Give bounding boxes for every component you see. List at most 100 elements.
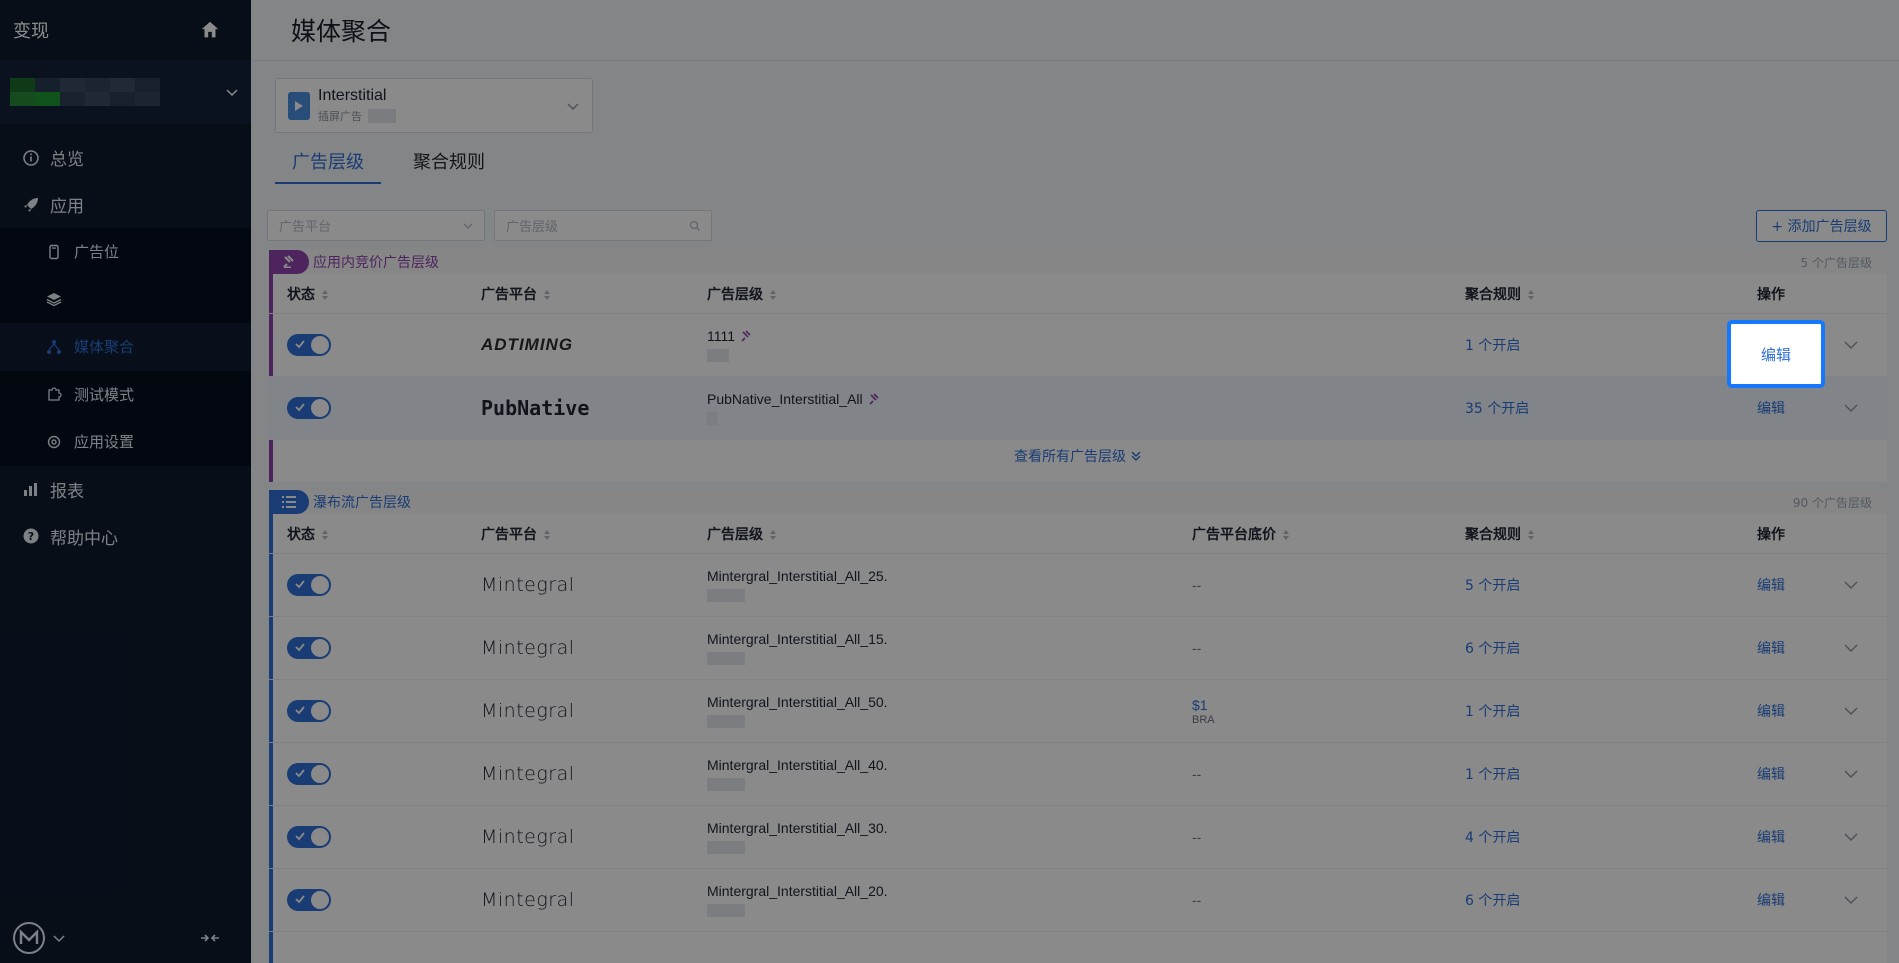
tier-cell: PubNative_Interstitial_All	[707, 391, 881, 425]
column-header-tier[interactable]: 广告层级	[707, 284, 777, 304]
platform-filter-placeholder: 广告平台	[279, 220, 332, 235]
table-row: Mintegral Mintergral_Interstitial_All_20…	[269, 869, 1887, 932]
bidding-section-title: 应用内竞价广告层级	[313, 255, 439, 271]
platform-logo: Mintegral	[481, 826, 575, 848]
chevron-down-icon[interactable]	[225, 85, 239, 99]
rules-link[interactable]: 1 个开启	[1465, 701, 1520, 721]
rules-link[interactable]: 5 个开启	[1465, 575, 1520, 595]
column-header-tier[interactable]: 广告层级	[707, 524, 777, 544]
sidebar-item-ad-platforms[interactable]	[0, 276, 251, 324]
status-toggle[interactable]	[287, 700, 331, 722]
table-row: Mintegral Mintergral_Interstitial_All_30…	[269, 806, 1887, 869]
ad-unit-select[interactable]: Interstitial 插屏广告	[275, 78, 593, 133]
table-row: Mintegral Mintergral_Interstitial_All_50…	[269, 680, 1887, 743]
rules-link[interactable]: 1 个开启	[1465, 764, 1520, 784]
sidebar-item-mediation[interactable]: 媒体聚合	[0, 323, 251, 371]
chevron-down-icon[interactable]	[1843, 766, 1859, 782]
edit-button[interactable]: 编辑	[1757, 764, 1785, 784]
redacted-id	[707, 841, 745, 854]
status-toggle[interactable]	[287, 574, 331, 596]
bidding-tier-count: 5 个广告层级	[1800, 255, 1872, 270]
status-toggle[interactable]	[287, 397, 331, 419]
rules-link[interactable]: 6 个开启	[1465, 638, 1520, 658]
main-content: 媒体聚合 Interstitial 插屏广告 广告层级 聚合规则 广告平台 广告…	[251, 0, 1899, 963]
column-header-floor-price[interactable]: 广告平台底价	[1192, 524, 1290, 544]
collapse-sidebar-icon[interactable]	[199, 930, 221, 946]
status-toggle[interactable]	[287, 763, 331, 785]
rules-link[interactable]: 6 个开启	[1465, 890, 1520, 910]
page-title: 媒体聚合	[291, 17, 392, 46]
edit-button[interactable]: 编辑	[1757, 398, 1785, 418]
user-menu[interactable]	[12, 921, 66, 955]
sidebar-item-ad-units[interactable]: 广告位	[0, 228, 251, 276]
rocket-icon	[24, 197, 38, 212]
edit-button[interactable]: 编辑	[1757, 827, 1785, 847]
ad-unit-type: 插屏广告	[318, 108, 396, 124]
phone-icon	[49, 244, 59, 259]
redacted-id	[707, 349, 729, 362]
column-label: 广告层级	[707, 286, 763, 303]
status-toggle[interactable]	[287, 637, 331, 659]
edit-button[interactable]: 编辑	[1757, 890, 1785, 910]
floor-price: --	[1192, 829, 1202, 845]
chevron-down-icon[interactable]	[1843, 577, 1859, 593]
add-ad-tier-button[interactable]: + 添加广告层级	[1756, 210, 1887, 242]
svg-text:?: ?	[28, 530, 34, 543]
sidebar-item-apps[interactable]: 应用	[0, 181, 251, 228]
table-row: ADTIMING 1111 1 个开启 编辑	[269, 314, 1887, 377]
sidebar-item-reports[interactable]: 报表	[0, 466, 251, 513]
column-header-rules[interactable]: 聚合规则	[1465, 524, 1535, 544]
ad-unit-type-label: 插屏广告	[318, 110, 362, 123]
tier-search-input[interactable]: 广告层级	[494, 210, 712, 241]
edit-button[interactable]: 编辑	[1757, 701, 1785, 721]
column-header-rules[interactable]: 聚合规则	[1465, 284, 1535, 304]
platform-logo: Mintegral	[481, 700, 575, 722]
chevron-down-icon[interactable]	[1843, 337, 1859, 353]
waterfall-table-header: 状态 广告平台 广告层级 广告平台底价 聚合规则 操作	[269, 514, 1887, 554]
tier-name: Mintergral_Interstitial_All_20.	[707, 883, 888, 899]
check-icon	[295, 580, 305, 589]
chevron-down-icon[interactable]	[1843, 892, 1859, 908]
rules-link[interactable]: 1 个开启	[1465, 335, 1520, 355]
column-header-status[interactable]: 状态	[287, 284, 329, 304]
sort-icon	[770, 289, 776, 300]
double-chevron-down-icon	[1131, 451, 1141, 461]
sidebar-item-label: 帮助中心	[50, 528, 118, 549]
home-icon[interactable]	[199, 19, 221, 41]
status-toggle[interactable]	[287, 889, 331, 911]
highlighted-edit-button[interactable]: 编辑	[1727, 320, 1825, 388]
redacted-id	[707, 412, 717, 425]
floor-price-cell: --	[1192, 892, 1201, 908]
tab-mediation-rules[interactable]: 聚合规则	[396, 140, 502, 184]
column-header-platform[interactable]: 广告平台	[481, 284, 551, 304]
sidebar-item-help[interactable]: ? 帮助中心	[0, 513, 251, 560]
status-toggle[interactable]	[287, 826, 331, 848]
platform-logo: Mintegral	[481, 889, 575, 911]
chevron-down-icon[interactable]	[1843, 640, 1859, 656]
view-all-tiers-link[interactable]: 查看所有广告层级	[269, 440, 1887, 472]
rules-link[interactable]: 35 个开启	[1465, 398, 1529, 418]
gavel-icon	[869, 393, 879, 405]
account-switcher[interactable]	[0, 60, 251, 124]
divider	[251, 60, 1899, 61]
chevron-down-icon[interactable]	[1843, 829, 1859, 845]
sidebar-item-overview[interactable]: 总览	[0, 134, 251, 181]
sort-icon	[1528, 529, 1534, 540]
edit-button[interactable]: 编辑	[1757, 638, 1785, 658]
column-label: 广告层级	[707, 526, 763, 543]
table-row: Mintegral Mintergral_Interstitial_All_25…	[269, 554, 1887, 617]
rules-link[interactable]: 4 个开启	[1465, 827, 1520, 847]
chevron-down-icon[interactable]	[1843, 400, 1859, 416]
column-header-status[interactable]: 状态	[287, 524, 329, 544]
sort-icon	[770, 529, 776, 540]
platform-filter[interactable]: 广告平台	[267, 210, 485, 241]
column-header-platform[interactable]: 广告平台	[481, 524, 551, 544]
edit-button[interactable]: 编辑	[1757, 575, 1785, 595]
bidding-section: 应用内竞价广告层级 5 个广告层级 状态 广告平台 广告层级 聚合规则 操作 A…	[269, 250, 1887, 482]
chevron-down-icon[interactable]	[1843, 703, 1859, 719]
sidebar-item-app-settings[interactable]: 应用设置	[0, 418, 251, 466]
sidebar-submenu: 广告位 媒体聚合 测试模式 应用设置	[0, 228, 251, 466]
tab-ad-tiers[interactable]: 广告层级	[275, 140, 381, 184]
status-toggle[interactable]	[287, 334, 331, 356]
sidebar-item-test-mode[interactable]: 测试模式	[0, 371, 251, 419]
